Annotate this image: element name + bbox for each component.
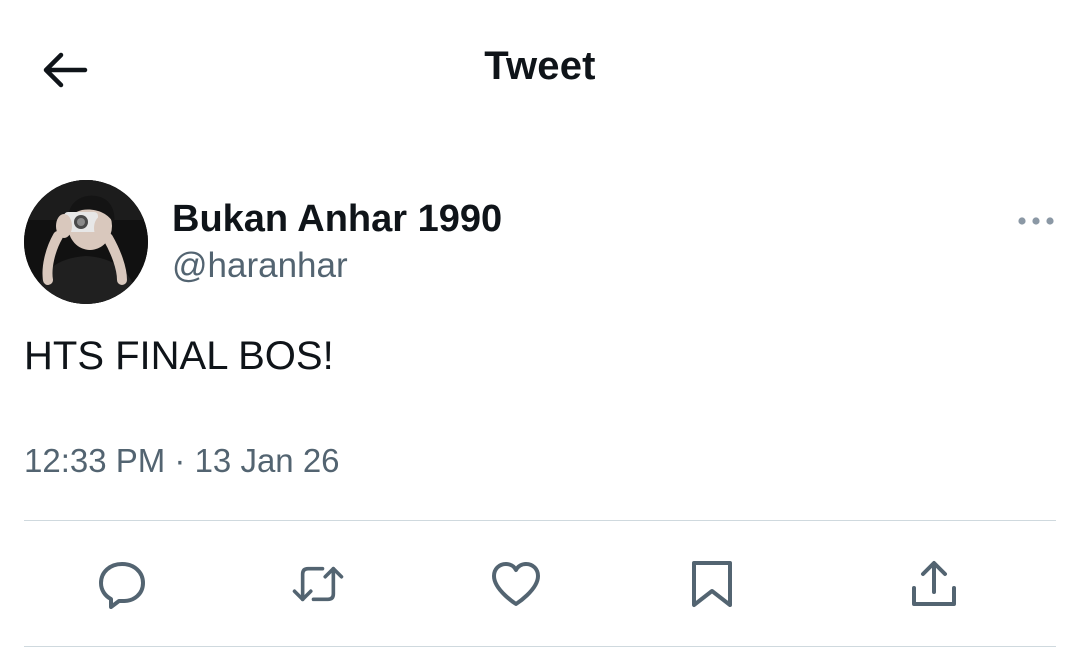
more-dots-icon — [1018, 217, 1054, 225]
share-button[interactable] — [906, 556, 962, 612]
avatar[interactable] — [24, 180, 148, 304]
page-title: Tweet — [484, 44, 596, 88]
retweet-icon — [292, 566, 344, 602]
divider — [24, 646, 1056, 647]
avatar-photo — [24, 180, 148, 304]
bookmark-button[interactable] — [684, 556, 740, 612]
tweet-date[interactable]: 13 Jan 26 — [195, 442, 340, 480]
meta-separator: · — [165, 442, 195, 479]
share-icon — [912, 561, 956, 606]
reply-button[interactable] — [94, 556, 150, 612]
author-display-name[interactable]: Bukan Anhar 1990 — [172, 198, 502, 241]
author-handle[interactable]: @haranhar — [172, 246, 348, 286]
tweet-action-bar — [24, 522, 1056, 646]
tweet-text: HTS FINAL BOS! — [24, 334, 334, 378]
bookmark-icon — [692, 561, 732, 607]
tweet-time[interactable]: 12:33 PM — [24, 442, 165, 480]
retweet-button[interactable] — [290, 556, 346, 612]
tweet-author: Bukan Anhar 1990 @haranhar — [24, 180, 1056, 306]
top-bar: Tweet — [0, 0, 1080, 140]
heart-icon — [492, 562, 540, 606]
tweet-timestamp: 12:33 PM · 13 Jan 26 — [24, 442, 340, 480]
reply-icon — [99, 562, 145, 609]
divider — [24, 520, 1056, 521]
like-button[interactable] — [488, 556, 544, 612]
more-options-button[interactable] — [1016, 206, 1056, 236]
